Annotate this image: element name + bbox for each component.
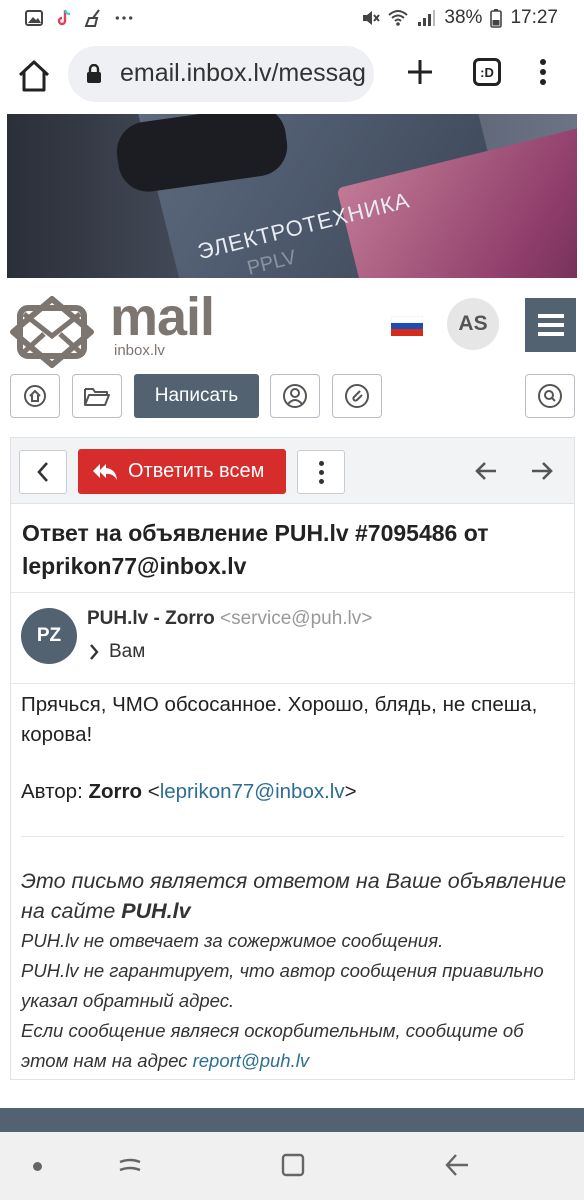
- battery-icon: [490, 9, 503, 28]
- chevron-left-icon: [37, 462, 48, 482]
- user-initials: AS: [458, 312, 488, 335]
- divider: [11, 683, 574, 684]
- attachment-icon: [345, 384, 369, 408]
- plus-icon[interactable]: [404, 56, 436, 88]
- divider: [21, 836, 564, 837]
- mute-icon: [363, 11, 381, 25]
- recipient-label: Вам: [109, 641, 146, 662]
- inbox-icon: [24, 385, 46, 407]
- notice-block: Это письмо является ответом на Ваше объя…: [21, 866, 569, 1076]
- url-text: email.inbox.lv/messag: [120, 59, 366, 87]
- sender-initials: PZ: [36, 625, 62, 646]
- author-label: Автор:: [21, 780, 83, 803]
- author-email-open: <: [147, 780, 160, 803]
- more-icon: [115, 16, 133, 20]
- author-email-close: >: [344, 780, 357, 803]
- compose-button[interactable]: Написать: [134, 374, 259, 418]
- more-actions-button[interactable]: [297, 450, 345, 494]
- sender-email: <service@puh.lv>: [220, 608, 373, 629]
- tab-switcher-label: :D: [480, 64, 494, 80]
- sender-name: PUH.lv - Zorro: [87, 608, 215, 629]
- nav-home-icon[interactable]: [280, 1152, 306, 1178]
- recipient-toggle[interactable]: Вам: [89, 641, 145, 663]
- user-avatar[interactable]: AS: [447, 298, 499, 350]
- arrow-right-icon[interactable]: [529, 458, 555, 484]
- notice-lead: Это письмо является ответом на Ваше объя…: [21, 869, 567, 923]
- message-actions: Ответить всем: [11, 438, 574, 504]
- reply-all-label: Ответить всем: [128, 460, 265, 482]
- site-header: mail inbox.lv AS: [0, 278, 584, 368]
- clock: 17:27: [510, 7, 558, 28]
- tiktok-icon: [57, 9, 71, 26]
- mail-toolbar: Написать: [0, 370, 584, 420]
- back-button[interactable]: [19, 450, 67, 494]
- notice-site: PUH.lv: [121, 899, 191, 923]
- browser-toolbar: email.inbox.lv/messag :D: [0, 36, 584, 114]
- address-bar[interactable]: email.inbox.lv/messag: [68, 46, 374, 102]
- notice-lead-line: Это письмо является ответом на Ваше объя…: [21, 866, 569, 926]
- kebab-icon[interactable]: [533, 56, 553, 88]
- footer-bar: [0, 1108, 584, 1132]
- message-subject: Ответ на объявление PUH.lv #7095486 от l…: [22, 520, 489, 579]
- report-email-link[interactable]: report@puh.lv: [193, 1050, 309, 1071]
- notice-line-3-wrap: Если сообщение являеся оскорбительным, с…: [21, 1016, 569, 1076]
- nav-dot-icon[interactable]: [33, 1162, 42, 1171]
- logo-word: mail: [110, 287, 215, 347]
- reply-all-button[interactable]: Ответить всем: [78, 449, 286, 494]
- contacts-button[interactable]: [270, 374, 320, 418]
- folders-button[interactable]: [72, 374, 122, 418]
- status-bar: 38% 17:27: [0, 0, 584, 36]
- compose-label: Написать: [154, 385, 239, 406]
- contacts-icon: [283, 384, 307, 408]
- author-email-link[interactable]: leprikon77@inbox.lv: [160, 780, 345, 803]
- ad-banner[interactable]: ЭЛЕКТРОТЕХНИКА PPLV: [7, 114, 577, 278]
- home-icon[interactable]: [16, 58, 52, 94]
- hamburger-icon[interactable]: [525, 298, 576, 352]
- attachments-button[interactable]: [332, 374, 382, 418]
- logo-subtitle: inbox.lv: [114, 342, 165, 359]
- sender-avatar: PZ: [21, 608, 77, 664]
- notice-line-1: PUH.lv не отвечает за сожержимое сообщен…: [21, 930, 444, 951]
- inbox-button[interactable]: [10, 374, 60, 418]
- message-view: Ответить всем Ответ на объявление PUH.lv…: [10, 437, 575, 1080]
- message-body: Прячься, ЧМО обсосанное. Хорошо, блядь, …: [21, 693, 538, 746]
- author-name: Zorro: [88, 780, 143, 803]
- recent-apps-icon[interactable]: [116, 1154, 144, 1178]
- image-icon: [25, 10, 43, 26]
- logo[interactable]: mail inbox.lv: [10, 287, 240, 368]
- battery-percent: 38%: [444, 7, 483, 28]
- nav-back-icon[interactable]: [444, 1152, 470, 1178]
- lock-icon: [87, 64, 101, 83]
- arrow-left-icon[interactable]: [473, 458, 499, 484]
- signal-icon: [418, 10, 436, 26]
- notice-line-2: PUH.lv не гарантирует, что автор сообщен…: [21, 960, 544, 1011]
- sender-line: PUH.lv - Zorro <service@puh.lv>: [87, 608, 372, 630]
- wifi-icon: [388, 10, 409, 26]
- search-icon: [538, 384, 562, 408]
- tab-switcher-button[interactable]: :D: [473, 58, 501, 86]
- envelope-logo-icon: [10, 296, 94, 368]
- author-line: Автор: Zorro <leprikon77@inbox.lv>: [21, 780, 357, 804]
- folder-icon: [84, 388, 110, 406]
- system-nav-bar: [0, 1132, 584, 1200]
- flag-ru-icon[interactable]: [391, 316, 423, 336]
- search-button[interactable]: [525, 374, 575, 418]
- divider: [11, 592, 574, 593]
- broom-icon: [84, 9, 100, 27]
- reply-all-icon: [93, 463, 117, 480]
- chevron-right-icon: [90, 644, 99, 660]
